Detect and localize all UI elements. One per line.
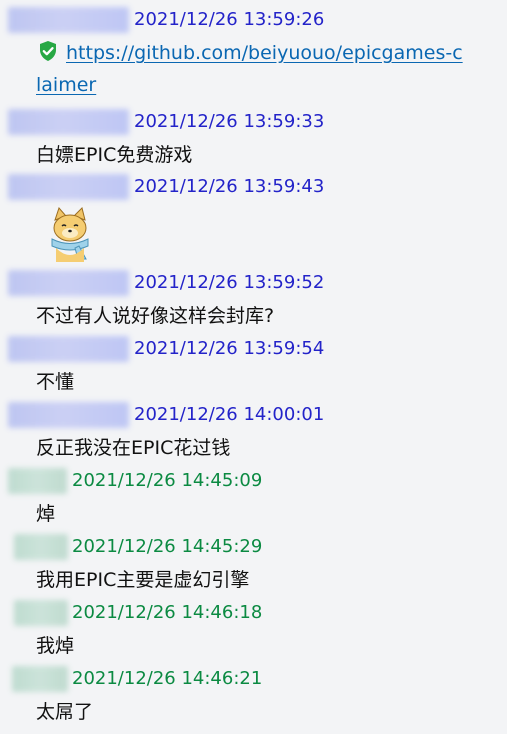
sender-name-redacted bbox=[8, 109, 129, 135]
chat-message: 2021/12/26 13:59:54 不懂 bbox=[0, 332, 507, 398]
message-header: 2021/12/26 13:59:26 bbox=[0, 3, 507, 37]
message-timestamp: 2021/12/26 13:59:52 bbox=[134, 272, 325, 293]
sender-name-redacted bbox=[8, 336, 129, 362]
shield-check-icon bbox=[36, 39, 60, 63]
message-timestamp: 2021/12/26 13:59:33 bbox=[134, 111, 325, 132]
message-header: 2021/12/26 13:59:54 bbox=[0, 332, 507, 366]
message-timestamp: 2021/12/26 13:59:43 bbox=[134, 176, 325, 197]
message-text: 我用EPIC主要是虚幻引擎 bbox=[36, 569, 250, 591]
message-text: 焯 bbox=[36, 503, 56, 525]
message-timestamp: 2021/12/26 14:46:21 bbox=[72, 668, 263, 689]
message-link[interactable]: https://github.com/beiyuouo/epicgames-cl… bbox=[36, 42, 463, 96]
sender-name-redacted bbox=[8, 7, 129, 33]
sender-name-redacted bbox=[8, 402, 129, 428]
message-header: 2021/12/26 13:59:52 bbox=[0, 266, 507, 300]
chat-message: 2021/12/26 14:00:01 反正我没在EPIC花过钱 bbox=[0, 398, 507, 464]
message-header: 2021/12/26 13:59:43 bbox=[0, 170, 507, 204]
message-header: 2021/12/26 14:46:21 bbox=[0, 662, 507, 696]
message-header: 2021/12/26 14:46:18 bbox=[0, 596, 507, 630]
message-header: 2021/12/26 14:45:09 bbox=[0, 464, 507, 498]
message-header: 2021/12/26 14:00:01 bbox=[0, 398, 507, 432]
message-timestamp: 2021/12/26 13:59:26 bbox=[134, 9, 325, 30]
message-text: 不懂 bbox=[36, 371, 75, 393]
message-timestamp: 2021/12/26 13:59:54 bbox=[134, 338, 325, 359]
message-timestamp: 2021/12/26 14:45:09 bbox=[72, 470, 263, 491]
message-text: 不过有人说好像这样会封库? bbox=[36, 305, 275, 327]
chat-message: 2021/12/26 13:59:52 不过有人说好像这样会封库? bbox=[0, 266, 507, 332]
message-timestamp: 2021/12/26 14:46:18 bbox=[72, 602, 263, 623]
message-text: 反正我没在EPIC花过钱 bbox=[36, 437, 231, 459]
sender-name-redacted bbox=[8, 468, 67, 494]
chat-message: 2021/12/26 13:59:26 https://github.com/b… bbox=[0, 3, 507, 101]
chat-log: 2021/12/26 13:59:26 https://github.com/b… bbox=[0, 0, 507, 734]
sender-name-redacted bbox=[14, 600, 68, 626]
message-text: 我焯 bbox=[36, 635, 75, 657]
chat-message: 2021/12/26 14:46:18 我焯 bbox=[0, 596, 507, 662]
message-timestamp: 2021/12/26 14:45:29 bbox=[72, 536, 263, 557]
message-header: 2021/12/26 13:59:33 bbox=[0, 105, 507, 139]
chat-message: 2021/12/26 13:59:33 白嫖EPIC免费游戏 bbox=[0, 105, 507, 171]
message-text: 太屌了 bbox=[36, 701, 94, 723]
cartoon-dog-sticker[interactable] bbox=[42, 206, 98, 262]
chat-message: 2021/12/26 14:46:21 太屌了 bbox=[0, 662, 507, 728]
message-body: https://github.com/beiyuouo/epicgames-cl… bbox=[36, 37, 466, 101]
message-timestamp: 2021/12/26 14:00:01 bbox=[134, 404, 325, 425]
chat-message: 2021/12/26 14:45:09 焯 bbox=[0, 464, 507, 530]
chat-message: 2021/12/26 13:59:43 bbox=[0, 170, 507, 262]
message-body bbox=[42, 206, 472, 262]
message-header: 2021/12/26 14:45:29 bbox=[0, 530, 507, 564]
sender-name-redacted bbox=[8, 174, 129, 200]
message-text: 白嫖EPIC免费游戏 bbox=[36, 144, 193, 166]
chat-message: 2021/12/26 14:45:29 我用EPIC主要是虚幻引擎 bbox=[0, 530, 507, 596]
sender-name-redacted bbox=[12, 666, 68, 692]
sender-name-redacted bbox=[8, 270, 129, 296]
sender-name-redacted bbox=[14, 534, 68, 560]
